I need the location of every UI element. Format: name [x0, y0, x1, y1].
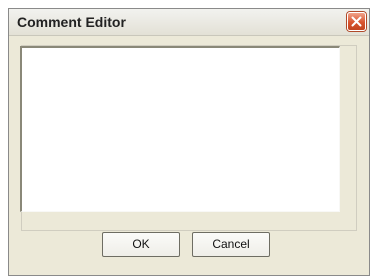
ok-button[interactable]: OK [102, 232, 180, 257]
cancel-button[interactable]: Cancel [192, 232, 270, 257]
dialog-title: Comment Editor [17, 14, 126, 30]
title-bar[interactable]: Comment Editor [9, 9, 369, 36]
comment-text-area[interactable] [20, 46, 340, 212]
close-button[interactable] [347, 12, 366, 31]
close-icon [351, 16, 362, 27]
